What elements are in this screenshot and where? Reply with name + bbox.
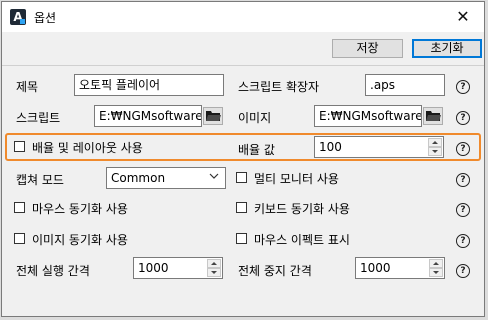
script-path-input[interactable]: E:₩NGMsoftware₩ [94,105,202,127]
stepper-down-icon[interactable] [207,268,221,277]
reset-button[interactable]: 초기화 [412,39,482,58]
image-folder-button[interactable] [423,107,443,125]
run-interval-label: 전체 실행 간격 [16,264,90,278]
stop-interval-stepper[interactable]: 1000 [355,257,445,279]
title-input[interactable]: 오토픽 플레이어 [74,74,224,96]
keyboard-sync-label: 키보드 동기화 사용 [254,202,350,216]
stepper-down-icon[interactable] [429,268,443,277]
stepper-arrows[interactable] [428,138,442,156]
stepper-arrows[interactable] [207,259,221,277]
capture-mode-label: 캡쳐 모드 [16,173,64,187]
stop-interval-label: 전체 중지 간격 [238,264,312,278]
image-label: 이미지 [238,111,272,125]
script-label: 스크립트 [16,111,61,125]
multi-monitor-checkbox[interactable] [236,172,247,183]
mouse-sync-label: 마우스 동기화 사용 [32,202,128,216]
image-sync-label: 이미지 동기화 사용 [32,233,128,247]
title-bar: A 옵션 ✕ [2,2,484,32]
script-extension-label: 스크립트 확장자 [238,80,320,94]
run-interval-value: 1000 [138,261,169,275]
multi-monitor-label: 멀티 모니터 사용 [254,172,339,186]
mouse-effect-checkbox[interactable] [236,233,247,244]
scale-layout-checkbox[interactable] [14,141,25,152]
window-title: 옵션 [34,11,57,25]
folder-icon [426,111,441,121]
help-icon[interactable]: ? [456,173,470,187]
title-label: 제목 [16,80,39,94]
folder-icon [206,111,221,121]
help-icon[interactable]: ? [456,142,470,156]
capture-mode-select[interactable]: Common [106,167,226,189]
run-interval-stepper[interactable]: 1000 [133,257,223,279]
save-button[interactable]: 저장 [332,39,403,58]
help-icon[interactable]: ? [456,264,470,278]
close-icon[interactable]: ✕ [448,4,478,30]
script-extension-input[interactable]: .aps [365,74,445,96]
scale-value-stepper[interactable]: 100 [314,136,444,158]
script-folder-button[interactable] [203,107,223,125]
scale-value-label: 배율 값 [238,143,275,157]
image-sync-checkbox[interactable] [14,233,25,244]
app-icon: A [10,9,26,25]
stop-interval-value: 1000 [360,261,391,275]
mouse-sync-checkbox[interactable] [14,202,25,213]
stepper-up-icon[interactable] [429,259,443,268]
image-path-input[interactable]: E:₩NGMsoftware₩ [314,105,422,127]
help-icon[interactable]: ? [456,234,470,248]
scale-layout-label: 배율 및 레이아웃 사용 [32,141,143,155]
help-icon[interactable]: ? [456,203,470,217]
chevron-down-icon [209,173,219,179]
options-window: A 옵션 ✕ 저장 초기화 제목 오토픽 플레이어 스크립트 확장자 .aps … [1,1,485,317]
mouse-effect-label: 마우스 이펙트 표시 [254,233,350,247]
toolbar: 저장 초기화 [2,32,484,65]
help-icon[interactable]: ? [456,111,470,125]
stepper-up-icon[interactable] [207,259,221,268]
keyboard-sync-checkbox[interactable] [236,202,247,213]
toolbar-divider [2,65,484,66]
scale-value: 100 [319,140,342,154]
capture-mode-value: Common [111,171,166,185]
stepper-up-icon[interactable] [428,138,442,147]
stepper-down-icon[interactable] [428,147,442,156]
stepper-arrows[interactable] [429,259,443,277]
help-icon[interactable]: ? [456,80,470,94]
